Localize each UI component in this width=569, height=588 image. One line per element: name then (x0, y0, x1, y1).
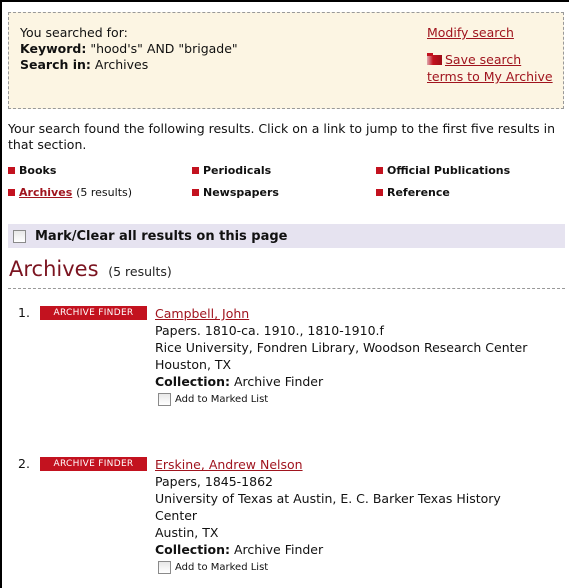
category-label[interactable]: Periodicals (203, 164, 271, 177)
result-number: 1. (18, 305, 30, 320)
result-title-link[interactable]: Erskine, Andrew Nelson (155, 457, 303, 472)
section-divider (8, 288, 565, 289)
result-line: Center (155, 508, 198, 523)
add-to-marked-list[interactable]: Add to Marked List (155, 391, 555, 408)
save-search-link[interactable]: Save search terms to My Archive (427, 52, 553, 84)
bullet-icon (8, 167, 15, 174)
category-archives-link[interactable]: Archives (19, 186, 72, 199)
category-label[interactable]: Reference (387, 186, 450, 199)
result-badge: ARCHIVE FINDER (40, 457, 147, 471)
keyword-value: "hood's" AND "brigade" (90, 41, 238, 56)
add-to-marked-list-label[interactable]: Add to Marked List (175, 391, 268, 408)
result-line: Rice University, Fondren Library, Woodso… (155, 340, 528, 355)
search-summary-heading: You searched for: (20, 25, 128, 40)
bullet-icon (192, 167, 199, 174)
add-to-marked-list-checkbox[interactable] (158, 561, 171, 574)
result-body: Erskine, Andrew Nelson Papers, 1845-1862… (155, 456, 555, 576)
result-line: University of Texas at Austin, E. C. Bar… (155, 491, 501, 506)
collection-label: Collection: (155, 542, 230, 557)
category-official-publications[interactable]: Official Publications (376, 164, 510, 177)
collection-label: Collection: (155, 374, 230, 389)
modify-search-link[interactable]: Modify search (427, 24, 557, 41)
collection-value: Archive Finder (233, 542, 324, 557)
results-intro: Your search found the following results.… (8, 121, 556, 152)
category-archives[interactable]: Archives (5 results) (8, 186, 132, 199)
category-newspapers[interactable]: Newspapers (192, 186, 279, 199)
bullet-icon (376, 167, 383, 174)
keyword-row: Keyword: "hood's" AND "brigade" (20, 41, 238, 57)
category-books[interactable]: Books (8, 164, 56, 177)
bullet-icon (8, 189, 15, 196)
search-summary-box: You searched for: Keyword: "hood's" AND … (8, 12, 564, 109)
result-line: Papers, 1845-1862 (155, 474, 273, 489)
result-collection: Collection: Archive Finder (155, 373, 555, 390)
category-label[interactable]: Books (19, 164, 56, 177)
search-in-value: Archives (94, 57, 149, 72)
section-count: (5 results) (108, 264, 172, 279)
mark-all-label[interactable]: Mark/Clear all results on this page (35, 229, 288, 244)
result-title-link[interactable]: Campbell, John (155, 306, 249, 321)
category-label[interactable]: Official Publications (387, 164, 510, 177)
category-reference[interactable]: Reference (376, 186, 450, 199)
collection-value: Archive Finder (233, 374, 324, 389)
result-badge: ARCHIVE FINDER (40, 306, 147, 320)
keyword-label: Keyword: (20, 41, 87, 56)
search-summary: You searched for: Keyword: "hood's" AND … (20, 25, 238, 73)
search-in-row: Search in: Archives (20, 57, 238, 73)
result-line: Austin, TX (155, 525, 219, 540)
add-to-marked-list[interactable]: Add to Marked List (155, 559, 555, 576)
result-line: Houston, TX (155, 357, 232, 372)
result-line: Papers. 1810-ca. 1910., 1810-1910.f (155, 323, 384, 338)
category-periodicals[interactable]: Periodicals (192, 164, 271, 177)
search-actions: Modify search Save search terms to My Ar… (427, 24, 557, 85)
add-to-marked-list-checkbox[interactable] (158, 393, 171, 406)
mark-all-bar: Mark/Clear all results on this page (8, 224, 565, 248)
category-count: (5 results) (76, 186, 133, 199)
result-collection: Collection: Archive Finder (155, 541, 555, 558)
category-label[interactable]: Newspapers (203, 186, 279, 199)
bullet-icon (192, 189, 199, 196)
section-title: Archives (5 results) (9, 257, 172, 281)
bullet-icon (376, 189, 383, 196)
add-to-marked-list-label[interactable]: Add to Marked List (175, 559, 268, 576)
mark-all-checkbox[interactable] (13, 229, 26, 243)
result-body: Campbell, John Papers. 1810-ca. 1910., 1… (155, 305, 555, 408)
folder-icon (427, 53, 442, 65)
result-number: 2. (18, 456, 30, 471)
section-title-text: Archives (9, 257, 99, 281)
search-in-label: Search in: (20, 57, 91, 72)
